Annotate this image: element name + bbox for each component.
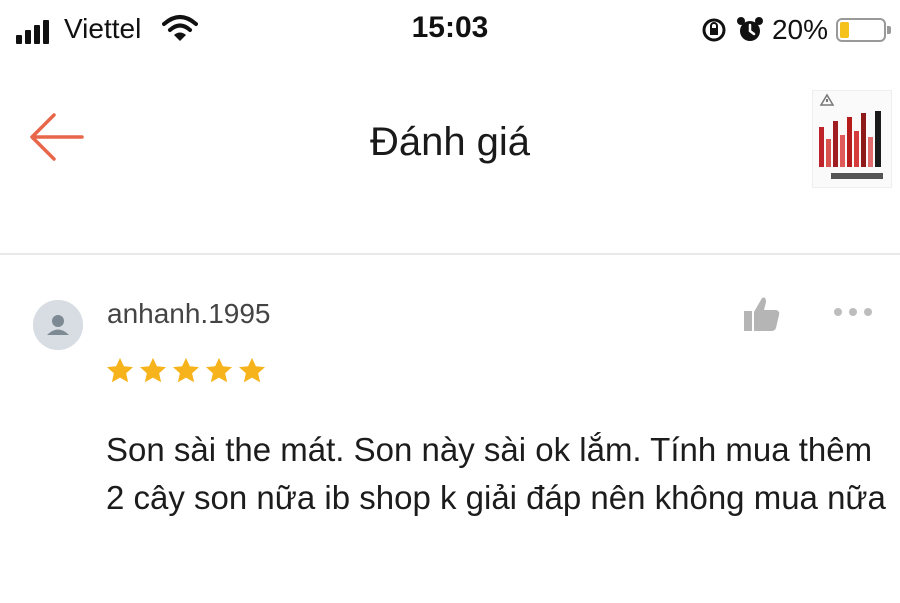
battery-icon: [836, 18, 891, 42]
star-icon: [173, 357, 199, 383]
star-icon: [107, 357, 133, 383]
alarm-icon: [736, 17, 763, 41]
orientation-lock-icon: [702, 18, 726, 42]
star-icon: [140, 357, 166, 383]
header-divider: [0, 253, 900, 255]
product-thumbnail[interactable]: [812, 90, 892, 188]
more-icon[interactable]: [832, 304, 874, 320]
star-icon: [206, 357, 232, 383]
page-title: Đánh giá: [369, 120, 531, 164]
thumbs-up-icon[interactable]: [742, 294, 782, 334]
rating-stars: [105, 356, 267, 386]
page-header: Đánh giá: [0, 62, 900, 254]
reviewer-username[interactable]: anhanh.1995: [107, 298, 271, 330]
status-right-group: 20%: [700, 12, 891, 48]
star-icon: [239, 357, 265, 383]
review-comment: Son sài the mát. Son này sài ok lắm. Tín…: [106, 431, 886, 516]
avatar-icon: [33, 300, 83, 350]
status-bar: Viettel 15:03 20%: [0, 0, 900, 62]
battery-percent: 20%: [771, 14, 828, 45]
battery-level-fill: [840, 22, 849, 38]
review-item: anhanh.1995 Son sài the mát. Son này sài…: [0, 256, 900, 603]
